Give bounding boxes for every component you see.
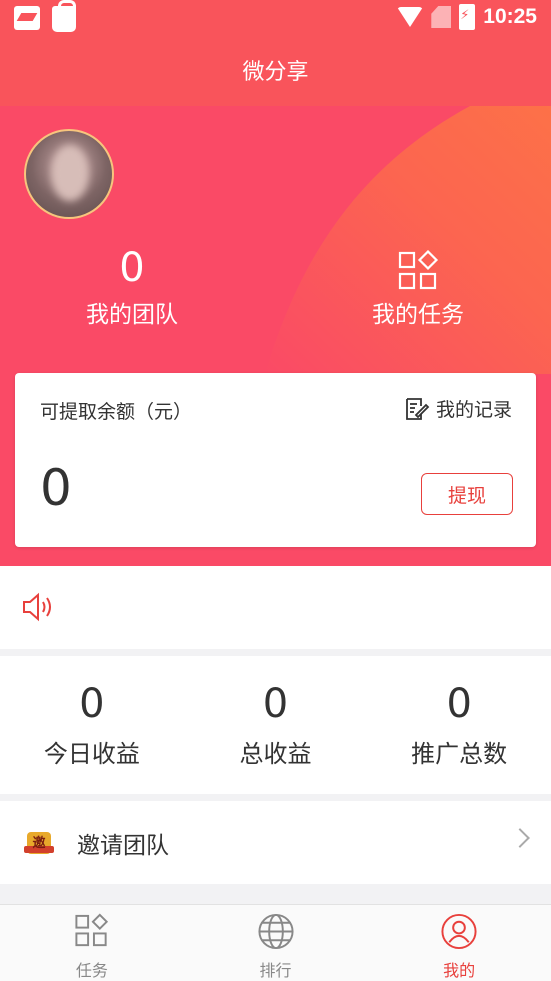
note-edit-icon bbox=[406, 397, 430, 420]
bottom-tab-bar: 任务 排行 我的 bbox=[0, 904, 551, 981]
promotion-count-value: 0 bbox=[446, 681, 472, 727]
promotion-count[interactable]: 0 推广总数 bbox=[367, 656, 551, 794]
battery-icon bbox=[459, 4, 476, 30]
my-tasks-stat[interactable]: 我的任务 bbox=[348, 244, 488, 338]
records-label: 我的记录 bbox=[435, 399, 512, 421]
tab-tasks[interactable]: 任务 bbox=[0, 905, 184, 981]
earnings-today[interactable]: 0 今日收益 bbox=[0, 656, 184, 794]
earnings-total-label: 总收益 bbox=[239, 740, 312, 768]
invite-team-label: 邀请团队 bbox=[77, 832, 169, 859]
promotion-count-label: 推广总数 bbox=[411, 740, 508, 768]
globe-icon bbox=[257, 913, 294, 950]
tab-ranking[interactable]: 排行 bbox=[184, 905, 368, 981]
balance-card: 可提取余额（元） 我的记录 0 提现 bbox=[15, 373, 536, 547]
grid-icon bbox=[75, 913, 108, 947]
mail-notification-icon bbox=[14, 6, 40, 30]
balance-title: 可提取余额（元） bbox=[40, 401, 193, 423]
earnings-total-value: 0 bbox=[262, 681, 289, 727]
invite-badge-icon: 邀 bbox=[24, 831, 54, 854]
withdraw-button[interactable]: 提现 bbox=[421, 473, 513, 515]
status-notification-icons bbox=[14, 0, 76, 32]
earnings-today-label: 今日收益 bbox=[43, 740, 140, 768]
svg-text:邀: 邀 bbox=[32, 835, 45, 851]
tab-mine-label: 我的 bbox=[443, 961, 476, 980]
page-title: 微分享 bbox=[0, 40, 551, 106]
tab-ranking-label: 排行 bbox=[259, 961, 292, 980]
speaker-icon bbox=[23, 592, 51, 622]
earnings-total[interactable]: 0 总收益 bbox=[184, 656, 368, 794]
balance-amount: 0 bbox=[40, 459, 72, 517]
user-icon bbox=[441, 913, 477, 950]
team-count: 0 bbox=[119, 245, 145, 291]
avatar[interactable] bbox=[24, 129, 114, 219]
invite-team-row[interactable]: 邀 邀请团队 bbox=[0, 801, 551, 884]
earnings-today-value: 0 bbox=[79, 681, 105, 727]
tab-mine[interactable]: 我的 bbox=[367, 905, 551, 981]
wifi-icon bbox=[397, 7, 424, 27]
shopping-bag-icon bbox=[52, 0, 76, 32]
grid-icon bbox=[398, 250, 439, 290]
sim-icon bbox=[431, 6, 452, 28]
status-system-icons: 10:25 bbox=[397, 4, 537, 30]
status-bar: 10:25 bbox=[0, 0, 551, 40]
my-records-link[interactable]: 我的记录 bbox=[404, 395, 512, 422]
tasks-label: 我的任务 bbox=[372, 302, 464, 328]
clock: 10:25 bbox=[483, 5, 537, 28]
my-team-stat[interactable]: 0 我的团队 bbox=[62, 244, 202, 338]
tab-tasks-label: 任务 bbox=[75, 961, 108, 980]
team-label: 我的团队 bbox=[86, 302, 178, 328]
chevron-right-icon bbox=[510, 828, 530, 848]
announcement-bar[interactable] bbox=[0, 566, 551, 649]
earnings-summary: 0 今日收益 0 总收益 0 推广总数 bbox=[0, 656, 551, 794]
